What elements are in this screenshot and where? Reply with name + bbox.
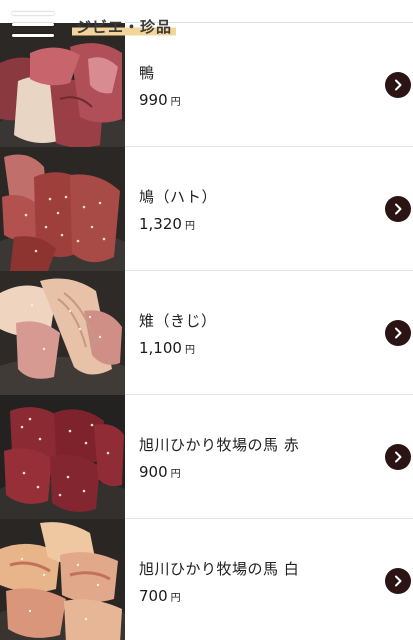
- item-price: 900 円: [139, 463, 359, 481]
- chevron-right-icon: [395, 327, 402, 338]
- item-info: 旭川ひかり牧場の馬 赤 900 円: [139, 395, 359, 519]
- item-detail-button[interactable]: [385, 319, 411, 346]
- item-name: 雉（きじ）: [139, 311, 217, 330]
- menu-item-pheasant[interactable]: 雉（きじ） 1,100 円: [0, 271, 413, 395]
- price-value: 1,100: [139, 338, 182, 357]
- price-value: 1,320: [139, 214, 182, 233]
- hamburger-menu-icon[interactable]: [12, 12, 54, 38]
- item-info: 鳩（ハト） 1,320 円: [139, 147, 359, 271]
- chevron-right-icon: [395, 79, 402, 90]
- item-name: 鴨: [139, 63, 155, 82]
- duck-meat-photo: [0, 23, 125, 147]
- item-info: 鴨 990 円: [139, 23, 359, 147]
- item-price: 700 円: [139, 587, 359, 605]
- horse-white-meat-photo: [0, 519, 125, 640]
- chevron-right-icon: [395, 203, 402, 214]
- item-name: 旭川ひかり牧場の馬 赤: [139, 435, 300, 454]
- pigeon-meat-photo: [0, 147, 125, 271]
- chevron-right-icon: [395, 451, 402, 462]
- horse-red-meat-photo: [0, 395, 125, 519]
- item-info: 旭川ひかり牧場の馬 白 700 円: [139, 519, 359, 640]
- item-price: 990 円: [139, 91, 359, 109]
- item-name: 旭川ひかり牧場の馬 白: [139, 559, 300, 578]
- price-unit: 円: [170, 468, 181, 480]
- chevron-right-icon: [395, 575, 402, 586]
- item-info: 雉（きじ） 1,100 円: [139, 271, 359, 395]
- price-value: 700: [139, 586, 168, 605]
- item-detail-button[interactable]: [385, 195, 411, 222]
- price-unit: 円: [170, 592, 181, 604]
- item-price: 1,100 円: [139, 339, 359, 357]
- menu-page: 鴨 990 円 鳩（ハト） 1,320 円 雉（きじ） 1,100 円 旭川ひか…: [0, 0, 413, 640]
- item-detail-button[interactable]: [385, 443, 411, 470]
- item-detail-button[interactable]: [385, 567, 411, 594]
- menu-item-horse-red[interactable]: 旭川ひかり牧場の馬 赤 900 円: [0, 395, 413, 519]
- price-value: 900: [139, 462, 168, 481]
- menu-item-duck[interactable]: 鴨 990 円: [0, 23, 413, 147]
- menu-item-pigeon[interactable]: 鳩（ハト） 1,320 円: [0, 147, 413, 271]
- price-unit: 円: [170, 96, 181, 108]
- menu-item-horse-white[interactable]: 旭川ひかり牧場の馬 白 700 円: [0, 519, 413, 640]
- pheasant-meat-photo: [0, 271, 125, 395]
- menu-list: 鴨 990 円 鳩（ハト） 1,320 円 雉（きじ） 1,100 円 旭川ひか…: [0, 23, 413, 640]
- item-detail-button[interactable]: [385, 71, 411, 98]
- price-value: 990: [139, 90, 168, 109]
- price-unit: 円: [184, 344, 195, 356]
- price-unit: 円: [184, 220, 195, 232]
- item-name: 鳩（ハト）: [139, 187, 217, 206]
- item-price: 1,320 円: [139, 215, 359, 233]
